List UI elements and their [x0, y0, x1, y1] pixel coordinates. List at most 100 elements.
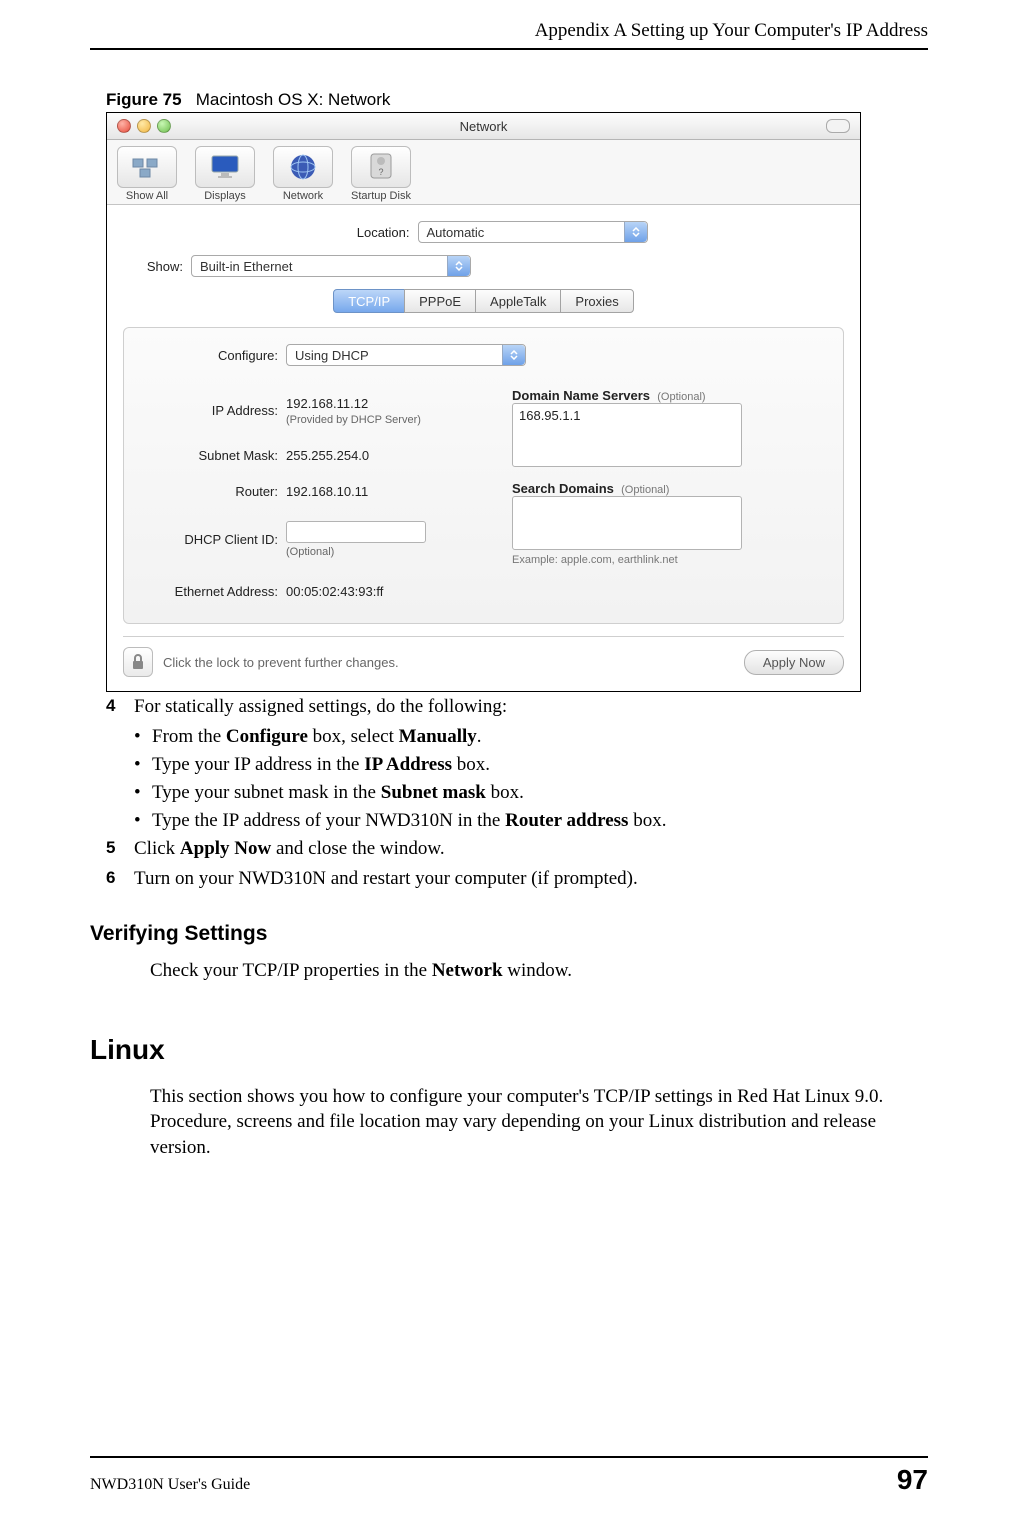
body-text-part: Check your TCP/IP properties in the [150, 960, 432, 981]
chevron-updown-icon [624, 222, 647, 242]
startup-disk-icon: ? [351, 146, 411, 188]
ethernet-address-value: 00:05:02:43:93:ff [286, 584, 829, 599]
ethernet-address-label: Ethernet Address: [138, 584, 278, 599]
step-number: 5 [106, 838, 134, 860]
show-value: Built-in Ethernet [200, 259, 293, 274]
bullet-text: box. [452, 754, 490, 775]
step-6: 6 Turn on your NWD310N and restart your … [106, 868, 928, 890]
step-5: 5 Click Apply Now and close the window. [106, 838, 928, 860]
bullet-4: Type the IP address of your NWD310N in t… [134, 810, 928, 832]
toolbar-toggle-button[interactable] [826, 119, 850, 133]
configure-value: Using DHCP [295, 348, 369, 363]
configure-label: Configure: [138, 348, 278, 363]
location-select[interactable]: Automatic [418, 221, 648, 243]
toolbar: Show All Displays Network ? Startup Disk [107, 140, 860, 205]
displays-icon [195, 146, 255, 188]
body-bold: Network [432, 960, 503, 981]
bullet-bold: Configure [226, 726, 308, 747]
router-label: Router: [138, 484, 278, 499]
search-domains-input[interactable] [512, 496, 742, 550]
step-text: Turn on your NWD310N and restart your co… [134, 868, 638, 890]
toolbar-network[interactable]: Network [273, 146, 333, 202]
search-domains-example: Example: apple.com, earthlink.net [512, 554, 829, 566]
bullet-3: Type your subnet mask in the Subnet mask… [134, 782, 928, 804]
chevron-updown-icon [502, 345, 525, 365]
tab-tcpip[interactable]: TCP/IP [333, 289, 405, 313]
footer-guide: NWD310N User's Guide [90, 1476, 250, 1494]
lock-button[interactable] [123, 647, 153, 677]
step-number: 4 [106, 696, 134, 718]
toolbar-label: Show All [117, 190, 177, 202]
lock-text: Click the lock to prevent further change… [163, 655, 734, 670]
bullet-text: box, select [308, 726, 399, 747]
verifying-settings-heading: Verifying Settings [90, 922, 928, 946]
bullet-text: box. [628, 810, 666, 831]
show-all-icon [117, 146, 177, 188]
step-number: 6 [106, 868, 134, 890]
bullet-bold: Manually [399, 726, 477, 747]
ip-value: 192.168.11.12 [286, 396, 368, 411]
bullet-text: From the [152, 726, 226, 747]
svg-text:?: ? [378, 167, 383, 177]
location-label: Location: [320, 225, 410, 240]
bullet-bold: IP Address [364, 754, 452, 775]
dns-input[interactable]: 168.95.1.1 [512, 403, 742, 467]
toolbar-label: Network [273, 190, 333, 202]
linux-heading: Linux [90, 1034, 928, 1066]
bullet-bold: Subnet mask [381, 782, 486, 803]
location-value: Automatic [427, 225, 485, 240]
dhcp-client-id-input[interactable] [286, 521, 426, 543]
bullet-text: Type the IP address of your NWD310N in t… [152, 810, 505, 831]
figure-caption-text: Macintosh OS X: Network [196, 90, 391, 109]
dhcp-client-id-label: DHCP Client ID: [138, 532, 278, 547]
toolbar-label: Startup Disk [351, 190, 411, 202]
bullet-text: . [477, 726, 482, 747]
footer-rule [90, 1456, 928, 1458]
show-select[interactable]: Built-in Ethernet [191, 255, 471, 277]
tcpip-panel: Configure: Using DHCP IP Address: 192.16… [123, 327, 844, 624]
router-value: 192.168.10.11 [286, 484, 466, 499]
body-text-part: window. [503, 960, 573, 981]
step-text-part: Click [134, 838, 180, 859]
subnet-label: Subnet Mask: [138, 448, 278, 463]
dns-note: (Optional) [657, 391, 705, 403]
ip-label: IP Address: [138, 403, 278, 418]
figure-caption: Figure 75 Macintosh OS X: Network [106, 90, 928, 110]
bullet-1: From the Configure box, select Manually. [134, 726, 928, 748]
tab-pppoe[interactable]: PPPoE [404, 289, 476, 313]
show-label: Show: [123, 259, 183, 274]
bullet-text: Type your subnet mask in the [152, 782, 381, 803]
bullet-2: Type your IP address in the IP Address b… [134, 754, 928, 776]
macosx-network-window: Network Show All Displays Network [106, 112, 861, 692]
step-text: Click Apply Now and close the window. [134, 838, 445, 860]
search-domains-label: Search Domains [512, 481, 614, 496]
ip-note: (Provided by DHCP Server) [286, 414, 421, 426]
step-bold: Apply Now [180, 838, 271, 859]
window-titlebar[interactable]: Network [107, 113, 860, 140]
subnet-value: 255.255.254.0 [286, 448, 466, 463]
apply-now-button[interactable]: Apply Now [744, 650, 844, 675]
linux-text: This section shows you how to configure … [150, 1084, 928, 1161]
bullet-text: Type your IP address in the [152, 754, 364, 775]
tab-appletalk[interactable]: AppleTalk [475, 289, 561, 313]
step-text: For statically assigned settings, do the… [134, 696, 507, 718]
figure-label: Figure 75 [106, 90, 182, 109]
toolbar-show-all[interactable]: Show All [117, 146, 177, 202]
window-title: Network [107, 119, 860, 134]
page-header: Appendix A Setting up Your Computer's IP… [90, 20, 928, 42]
tabs: TCP/IP PPPoE AppleTalk Proxies [123, 289, 844, 313]
chevron-updown-icon [447, 256, 470, 276]
toolbar-displays[interactable]: Displays [195, 146, 255, 202]
bullet-bold: Router address [505, 810, 628, 831]
header-rule [90, 48, 928, 50]
verifying-settings-text: Check your TCP/IP properties in the Netw… [150, 958, 928, 984]
dhcp-client-id-note: (Optional) [286, 546, 334, 558]
configure-select[interactable]: Using DHCP [286, 344, 526, 366]
dns-label: Domain Name Servers [512, 388, 650, 403]
tab-proxies[interactable]: Proxies [560, 289, 633, 313]
page-number: 97 [897, 1464, 928, 1496]
bullet-text: box. [486, 782, 524, 803]
toolbar-startup-disk[interactable]: ? Startup Disk [351, 146, 411, 202]
step-text-part: and close the window. [271, 838, 444, 859]
search-domains-note: (Optional) [621, 484, 669, 496]
